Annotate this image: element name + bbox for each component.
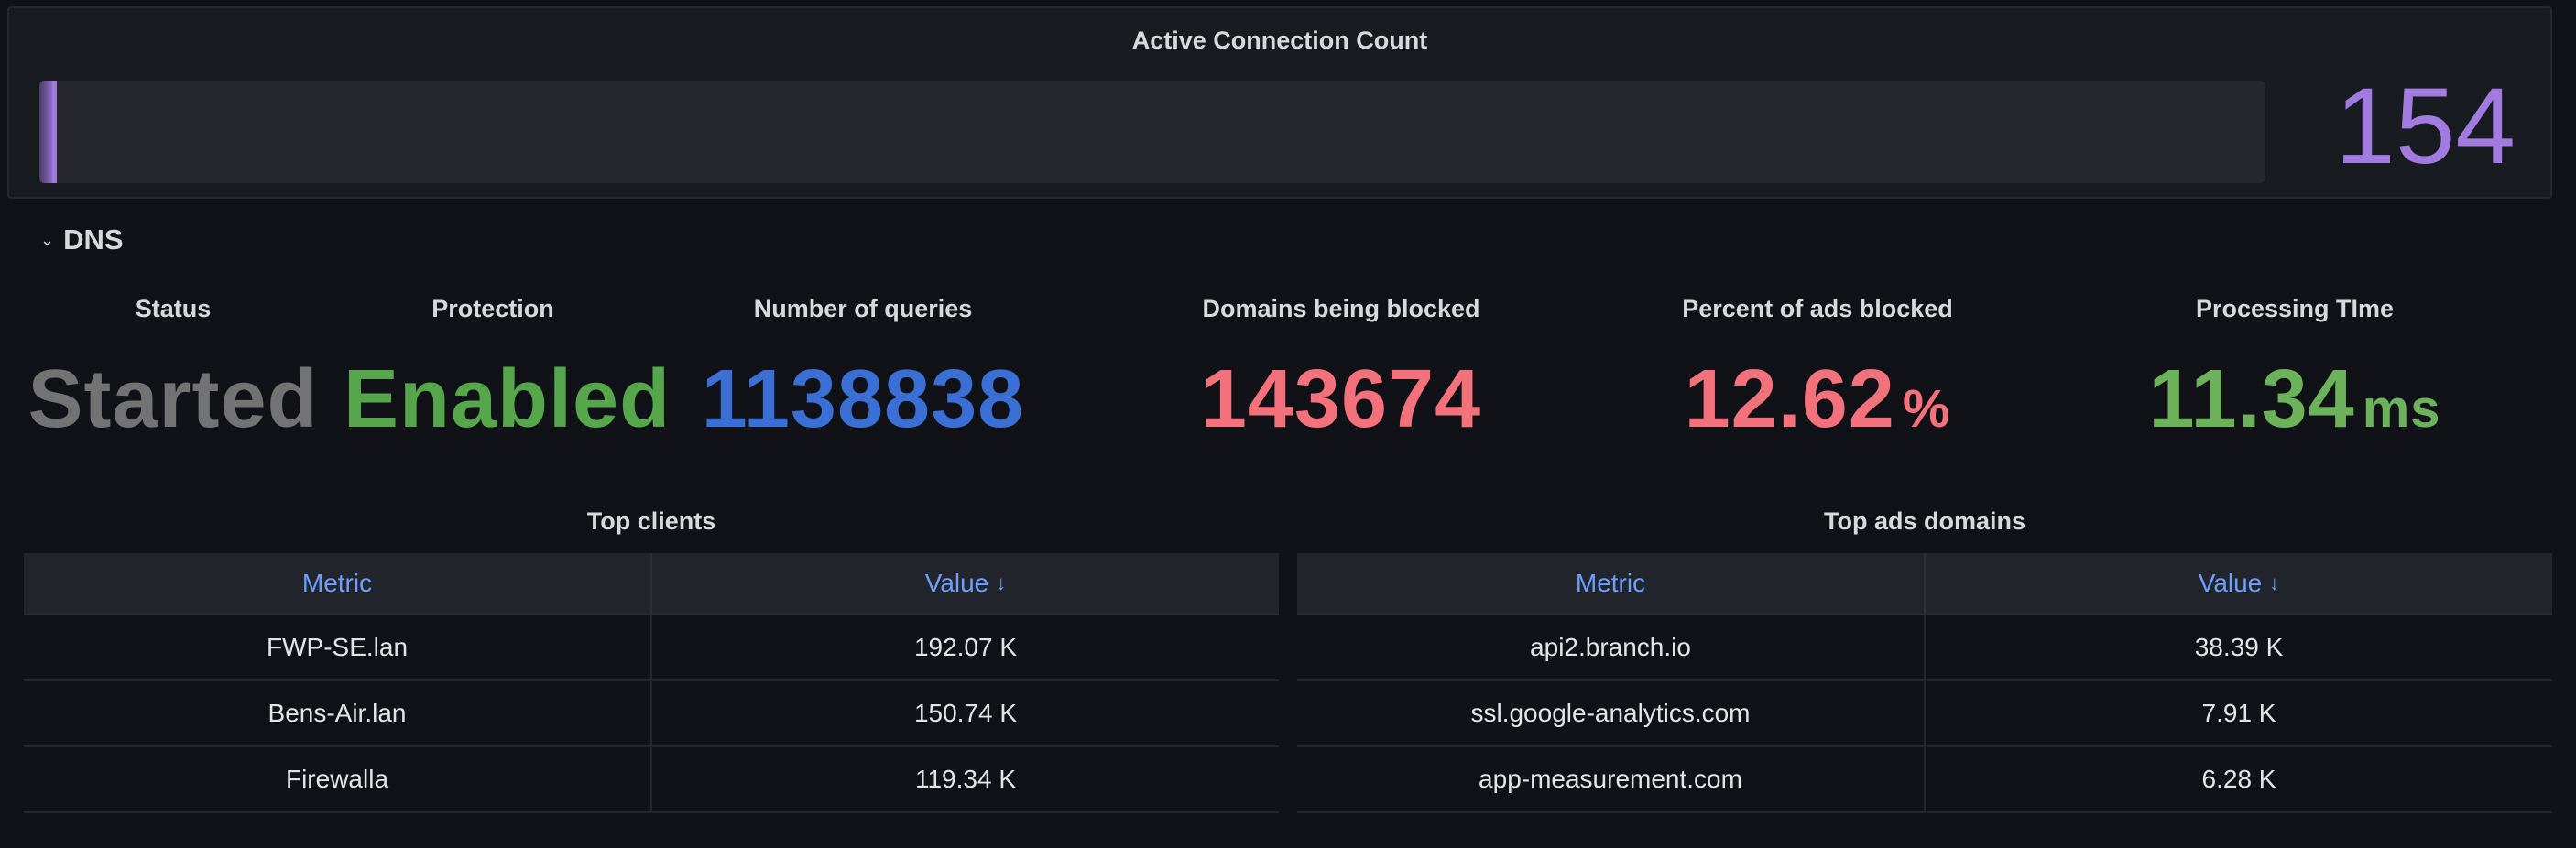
stat-protection: Protection Enabled [344, 295, 670, 478]
table-row[interactable]: Bens-Air.lan 150.74 K [24, 681, 1279, 747]
stat-value: 11.34 ms [2107, 358, 2483, 440]
table-cell-value: 192.07 K [650, 615, 1279, 679]
table-cell-value: 6.28 K [1924, 747, 2552, 811]
stat-number: Enabled [344, 353, 671, 445]
table-cell-metric: ssl.google-analytics.com [1470, 699, 1751, 727]
table-cell-value: 7.91 K [1924, 681, 2552, 745]
connection-gauge-fill [39, 81, 58, 183]
table-cell-metric: Firewalla [285, 765, 389, 793]
dns-row-header[interactable]: ⌄ DNS [40, 223, 124, 256]
dashboard: Active Connection Count 154 ⌄ DNS Status… [0, 0, 2576, 848]
column-header-label: Value [2198, 569, 2263, 597]
column-header-label: Metric [301, 569, 373, 597]
stat-title: Percent of ads blocked [1682, 295, 1953, 322]
stat-number: Started [27, 353, 319, 445]
table-cell-value: 150.74 K [650, 681, 1279, 745]
table-row[interactable]: Firewalla 119.34 K [24, 747, 1279, 813]
stat-unit: ms [2362, 379, 2441, 439]
column-header-value[interactable]: Value ↓ [1924, 553, 2552, 614]
panel-title: Top clients [586, 507, 716, 535]
chevron-down-icon[interactable]: ⌄ [40, 232, 54, 248]
stat-percent-ads-blocked: Percent of ads blocked 12.62% [1631, 295, 2004, 478]
stat-title: Domains being blocked [1202, 295, 1480, 322]
table-cell-metric: app-measurement.com [1479, 765, 1742, 793]
panel-title: Top ads domains [1823, 507, 2026, 535]
stat-title: Processing TIme [2195, 295, 2395, 322]
stat-number: 143674 [1200, 353, 1482, 445]
top-ads-domains-table: Metric Value ↓ api2.branch.io 38.39 K ss… [1297, 553, 2552, 848]
stat-domains-blocked: Domains being blocked 143674 [1154, 295, 1528, 478]
top-clients-panel: Top clients Metric Value ↓ FWP-SE.lan 19… [24, 504, 1279, 848]
stat-number: 11.34 [2148, 353, 2355, 445]
stat-unit: % [1902, 379, 1951, 439]
panel-title: Active Connection Count [1131, 27, 1428, 54]
stat-value: 1138838 [678, 358, 1048, 440]
table-cell-metric: api2.branch.io [1530, 633, 1691, 661]
top-clients-table: Metric Value ↓ FWP-SE.lan 192.07 K Bens-… [24, 553, 1279, 848]
stat-title: Protection [431, 295, 554, 322]
arrow-down-icon: ↓ [2269, 571, 2280, 594]
stat-title: Status [135, 295, 212, 322]
row-title: DNS [63, 223, 124, 255]
active-connection-panel: Active Connection Count 154 [7, 6, 2552, 199]
stat-status: Status Started [27, 295, 319, 478]
table-cell-metric: FWP-SE.lan [266, 633, 409, 661]
stat-value: Enabled [344, 358, 670, 440]
stat-number: 12.62 [1684, 353, 1895, 445]
arrow-down-icon: ↓ [996, 571, 1007, 594]
column-header-label: Metric [1575, 569, 1646, 597]
table-header: Metric Value ↓ [24, 553, 1279, 615]
stat-value: 143674 [1154, 358, 1528, 440]
top-ads-domains-panel: Top ads domains Metric Value ↓ api2.bran… [1297, 504, 2552, 848]
connection-gauge-track [39, 81, 2265, 183]
table-header: Metric Value ↓ [1297, 553, 2552, 615]
stat-title: Number of queries [753, 295, 973, 322]
column-header-label: Value [924, 569, 989, 597]
column-header-value[interactable]: Value ↓ [650, 553, 1279, 614]
stat-value: Started [27, 358, 319, 440]
table-cell-value: 38.39 K [1924, 615, 2552, 679]
stat-number: 1138838 [701, 353, 1025, 445]
table-row[interactable]: api2.branch.io 38.39 K [1297, 615, 2552, 681]
table-row[interactable]: FWP-SE.lan 192.07 K [24, 615, 1279, 681]
connection-count-value: 154 [2335, 66, 2516, 187]
table-row[interactable]: ssl.google-analytics.com 7.91 K [1297, 681, 2552, 747]
stat-number-of-queries: Number of queries 1138838 [678, 295, 1048, 478]
stat-value: 12.62% [1631, 358, 2004, 440]
table-row[interactable]: app-measurement.com 6.28 K [1297, 747, 2552, 813]
table-cell-metric: Bens-Air.lan [267, 699, 407, 727]
stat-processing-time: Processing TIme 11.34 ms [2107, 295, 2483, 478]
column-header-metric[interactable]: Metric [1297, 553, 1924, 614]
column-header-metric[interactable]: Metric [24, 553, 650, 614]
table-cell-value: 119.34 K [650, 747, 1279, 811]
